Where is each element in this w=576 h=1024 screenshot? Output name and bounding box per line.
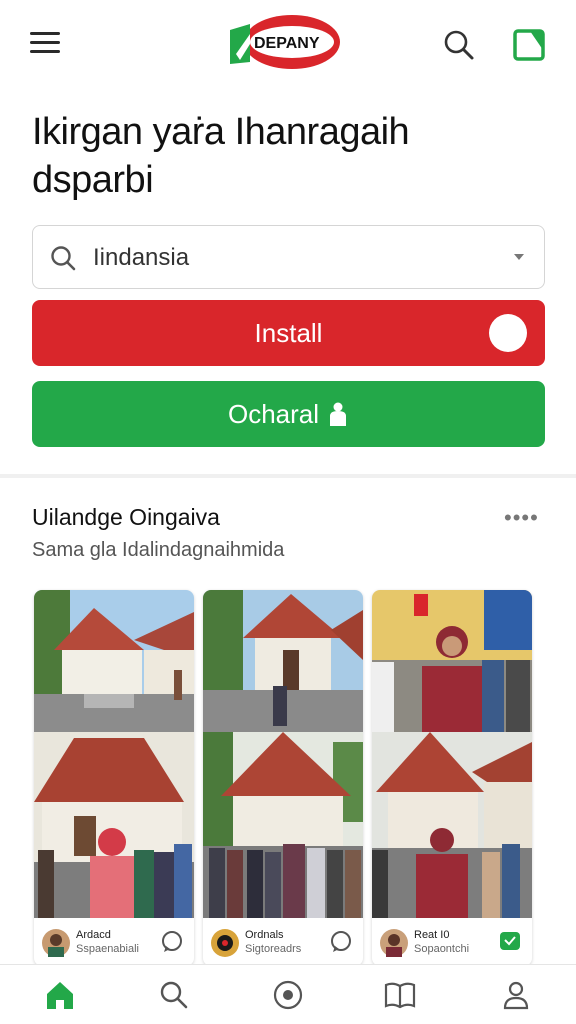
chevron-down-icon [514,254,524,260]
hamburger-menu-icon[interactable] [30,32,60,56]
bookmark-icon[interactable] [512,28,546,62]
avatar [42,929,70,957]
avatar [380,929,408,957]
people-photo [34,732,194,918]
photo-card[interactable]: Ardacd Sspaenabiali [34,590,194,966]
install-button[interactable]: Install [32,300,545,366]
home-icon[interactable] [44,979,76,1011]
install-button-label: Install [254,317,323,348]
card-author: Ardacd [76,929,111,941]
download-button[interactable]: Ocharal [32,381,545,447]
message-icon[interactable] [498,930,522,954]
house-photo [203,590,363,732]
section-title: Uilandge Oingaiva [32,504,220,530]
search-icon[interactable] [158,979,190,1011]
card-author: Reat I0 [414,929,450,941]
compass-icon[interactable] [272,979,304,1011]
house-photo [372,732,532,918]
house-photo [34,590,194,732]
card-info: Reat I0 Sopaontchi [372,924,532,966]
book-icon[interactable] [384,979,416,1011]
bottom-navigation [0,964,576,1024]
download-button-label: Ocharal [227,398,320,429]
search-icon [49,244,77,272]
section-subtitle: Sama gla Idalindagnaihmida [32,539,285,561]
app-logo: DEPANY [228,14,344,72]
page-title-line-2: dsparbi [32,159,154,201]
people-photo [372,590,532,732]
card-subtitle: Sspaenabiali [76,943,139,955]
chat-icon[interactable] [329,930,353,954]
section-divider [0,474,576,478]
card-subtitle: Sigtoreadrs [245,943,302,955]
search-icon[interactable] [442,28,476,62]
chat-icon[interactable] [160,930,184,954]
card-author: Ordnals [245,929,284,941]
avatar [211,929,239,957]
more-options-icon[interactable]: •••• [504,507,539,529]
people-photo [203,732,363,918]
card-info: Ardacd Sspaenabiali [34,924,194,966]
card-info: Ordnals Sigtoreadrs [203,924,363,966]
region-select-value: Iindansia [93,244,190,271]
photo-card[interactable]: Reat I0 Sopaontchi [372,590,532,966]
photo-card[interactable]: Ordnals Sigtoreadrs [203,590,363,966]
region-select[interactable]: Iindansia [32,225,545,289]
page-title-line-1: Ikirgan yaṙa Ihanragaih [32,111,410,153]
person-icon [327,401,349,427]
toggle-knob[interactable] [489,314,527,352]
logo-text: DEPANY [254,35,320,52]
card-subtitle: Sopaontchi [414,943,470,955]
page-title: Ikirgan yaṙa Ihanragaih dsparbi [32,108,552,204]
profile-icon[interactable] [500,979,532,1011]
top-bar: DEPANY [0,0,576,92]
